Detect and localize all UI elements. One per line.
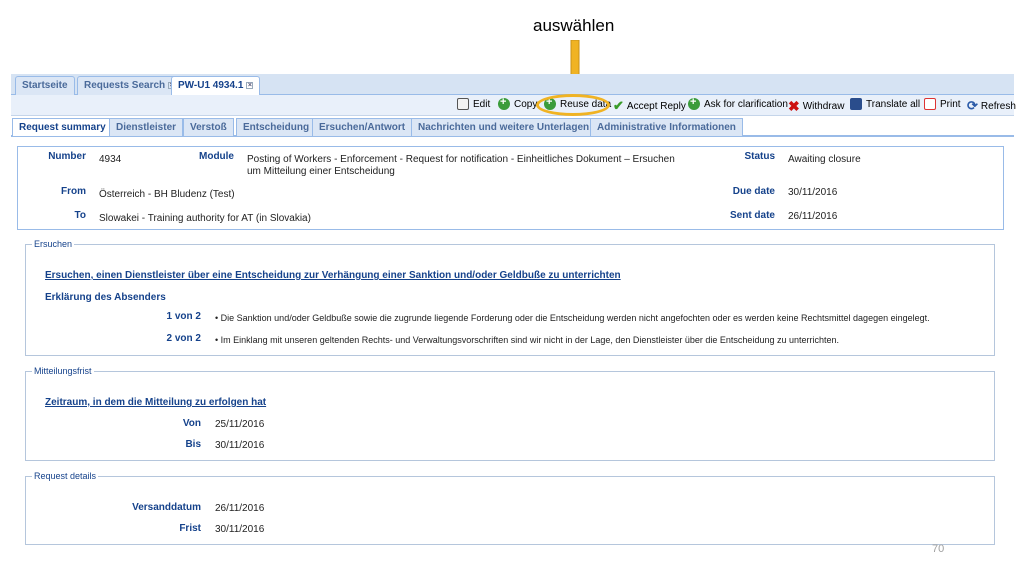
tab-startseite[interactable]: Startseite [15,76,75,95]
tab-label: Requests Search [84,80,166,91]
tab-dienstleister[interactable]: Dienstleister [109,118,184,136]
slide-page-number: 70 [932,543,945,555]
refresh-button[interactable]: ⟳ Refresh [967,98,1016,114]
ersuchen-title-link[interactable]: Ersuchen, einen Dienstleister über eine … [45,270,621,281]
request-details-legend: Request details [34,471,97,481]
item-counter: 1 von 2 [166,311,201,322]
from-label: From [61,186,86,197]
copy-button[interactable]: Copy [498,96,538,110]
chat-bubble-icon [850,98,862,110]
withdraw-label: Withdraw [802,101,845,112]
declaration-heading: Erklärung des Absenders [45,292,166,303]
request-summary-panel: Number 4934 Module Posting of Workers - … [17,146,1004,230]
edit-label: Edit [473,98,491,110]
withdraw-button[interactable]: ✖ Withdraw [788,98,844,115]
tab-request-detail[interactable]: PW-U1 4934.1 × [171,76,261,96]
declaration-item: • Im Einklang mit unseren geltenden Rech… [215,335,839,345]
ask-clarification-button[interactable]: Ask for clarification [688,96,788,110]
translate-all-label: Translate all [866,98,921,110]
mitteilungsfrist-legend: Mitteilungsfrist [34,366,92,376]
annotation-label: auswählen [533,16,615,35]
checkmark-icon: ✔ [613,98,624,113]
accept-reply-button[interactable]: ✔ Accept Reply [613,98,686,114]
tab-requests-search[interactable]: Requests Search× [77,76,183,95]
print-button[interactable]: Print [924,98,961,110]
versanddatum-label: Versanddatum [132,502,201,513]
tab-label: PW-U1 4934.1 [178,80,244,91]
number-value: 4934 [99,154,122,165]
mitteilungsfrist-section: Mitteilungsfrist Zeitraum, in dem die Mi… [25,366,995,461]
toolbar: Edit Copy Reuse data ✔Accept Reply Ask f… [11,95,1016,116]
tab-ersuchen-antwort[interactable]: Ersuchen/Antwort [312,118,413,136]
main-tab-bar: Startseite Requests Search× PW-U1 4934.1… [11,74,1014,96]
translate-all-button[interactable]: Translate all [850,98,920,110]
item-counter: 2 von 2 [166,333,201,344]
due-date-value: 30/11/2016 [788,187,838,198]
tab-entscheidung[interactable]: Entscheidung [236,118,317,136]
number-label: Number [48,151,86,162]
von-label: Von [182,418,201,429]
status-label: Status [744,151,775,162]
versanddatum-value: 26/11/2016 [215,503,265,514]
tab-verstoss[interactable]: Verstoß [183,118,234,136]
refresh-label: Refresh [980,100,1016,112]
sent-date-value: 26/11/2016 [788,211,838,222]
frist-value: 30/11/2016 [215,524,265,535]
to-label: To [74,210,86,221]
from-value: Österreich - BH Bludenz (Test) [99,189,235,200]
module-label: Module [199,151,234,162]
edit-button[interactable]: Edit [457,98,490,110]
pdf-icon [924,98,936,110]
to-value: Slowakei - Training authority for AT (in… [99,213,311,224]
refresh-icon: ⟳ [967,98,978,113]
module-value: Posting of Workers - Enforcement - Reque… [247,154,675,177]
von-value: 25/11/2016 [215,419,265,430]
sent-date-label: Sent date [729,210,775,221]
tab-request-summary[interactable]: Request summary [12,118,113,136]
status-value: Awaiting closure [788,154,861,165]
ersuchen-legend: Ersuchen [34,239,73,249]
highlight-ring [536,94,610,116]
due-date-label: Due date [732,186,775,197]
ersuchen-section: Ersuchen Ersuchen, einen Dienstleister ü… [25,239,995,356]
declaration-item: • Die Sanktion und/oder Geldbuße sowie d… [215,313,930,323]
tab-nachrichten[interactable]: Nachrichten und weitere Unterlagen [411,118,597,136]
mitteilungsfrist-title-link[interactable]: Zeitraum, in dem die Mitteilung zu erfol… [45,397,266,408]
print-label: Print [940,98,961,110]
bis-value: 30/11/2016 [215,440,265,451]
plus-circle-icon [688,96,700,110]
frist-label: Frist [179,523,201,534]
red-x-icon: ✖ [788,98,800,114]
plus-circle-icon [498,96,510,110]
close-icon[interactable]: × [246,82,254,89]
bis-label: Bis [185,439,201,450]
tab-label: Startseite [22,80,68,91]
copy-label: Copy [514,98,538,110]
detail-tab-bar: Request summary Dienstleister Verstoß En… [11,117,1014,137]
request-details-section: Request details Versanddatum 26/11/2016 … [25,471,995,545]
ask-clarification-label: Ask for clarification [704,98,788,110]
edit-icon [457,98,469,110]
accept-reply-label: Accept Reply [626,100,686,112]
tab-administrative-info[interactable]: Administrative Informationen [590,118,743,136]
